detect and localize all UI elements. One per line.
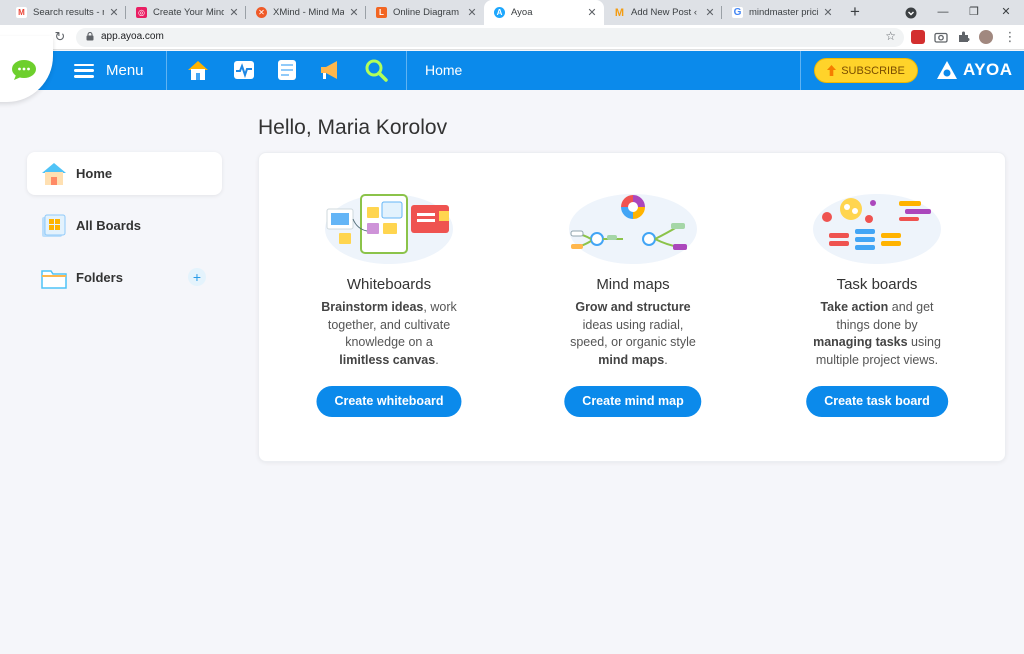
menu-label: Menu bbox=[106, 62, 144, 79]
browser-tab[interactable]: M Add New Post ‹ Media ✕ bbox=[604, 0, 722, 25]
bookmark-star-icon[interactable]: ☆ bbox=[885, 29, 896, 43]
browser-menu-icon[interactable]: ⋮ bbox=[1002, 29, 1018, 45]
camera-extension-icon[interactable] bbox=[934, 30, 948, 44]
browser-tab[interactable]: ◎ Create Your Mind Maps ✕ bbox=[126, 0, 246, 25]
desc-text: . bbox=[664, 352, 668, 367]
breadcrumb: Home bbox=[425, 62, 463, 78]
lock-icon bbox=[86, 32, 94, 41]
create-whiteboard-button[interactable]: Create whiteboard bbox=[316, 386, 462, 417]
page-greeting: Hello, Maria Korolov bbox=[258, 116, 448, 139]
url-text: app.ayoa.com bbox=[101, 31, 164, 42]
whiteboard-illustration-icon bbox=[325, 194, 453, 264]
tab-title: Create Your Mind Maps bbox=[153, 7, 224, 18]
browser-tab-strip: M Search results - mail ✕ ◎ Create Your … bbox=[0, 0, 1024, 25]
mindmap-illustration-icon bbox=[569, 194, 697, 264]
mind-maps-column: Mind maps Grow and structure ideas using… bbox=[513, 153, 753, 463]
desc-bold: Take action bbox=[820, 300, 889, 314]
address-bar: ← → ↻ app.ayoa.com ☆ ⋮ bbox=[0, 25, 1024, 50]
brand-logo[interactable]: AYOA bbox=[935, 58, 1013, 82]
url-field[interactable]: app.ayoa.com ☆ bbox=[76, 28, 904, 47]
subscribe-label: SUBSCRIBE bbox=[841, 64, 905, 77]
header-divider bbox=[800, 51, 801, 90]
profile-avatar[interactable] bbox=[979, 30, 993, 44]
sidebar-item-home[interactable]: Home bbox=[27, 152, 222, 195]
card-title: Task boards bbox=[836, 276, 918, 293]
menu-button[interactable]: Menu bbox=[74, 51, 144, 90]
close-icon[interactable]: ✕ bbox=[822, 6, 834, 19]
browser-tab[interactable]: G mindmaster pricing ✕ bbox=[722, 0, 840, 25]
tab-title: Online Diagram Software bbox=[393, 7, 462, 18]
brand-name: AYOA bbox=[963, 60, 1013, 79]
lucid-icon: L bbox=[376, 7, 387, 18]
add-folder-button[interactable]: + bbox=[188, 268, 206, 286]
desc-bold: managing tasks bbox=[813, 335, 908, 349]
megaphone-icon[interactable] bbox=[318, 58, 342, 82]
task-boards-column: Task boards Take action and get things d… bbox=[757, 153, 997, 463]
window-close-icon[interactable]: ✕ bbox=[990, 0, 1022, 25]
card-description: Brainstorm ideas, work together, and cul… bbox=[319, 299, 459, 369]
gmail-icon: M bbox=[16, 7, 27, 18]
create-board-card: Whiteboards Brainstorm ideas, work toget… bbox=[258, 152, 1006, 462]
activity-icon[interactable] bbox=[232, 58, 256, 82]
sidebar-item-label: All Boards bbox=[76, 218, 142, 233]
ayoa-icon: A bbox=[494, 7, 505, 18]
close-icon[interactable]: ✕ bbox=[466, 6, 478, 19]
close-icon[interactable]: ✕ bbox=[704, 6, 716, 19]
home-icon[interactable] bbox=[186, 58, 210, 82]
upgrade-arrow-icon bbox=[827, 65, 837, 76]
close-icon[interactable]: ✕ bbox=[348, 6, 360, 19]
chat-icon[interactable] bbox=[11, 59, 37, 81]
desc-bold: Brainstorm ideas bbox=[321, 300, 424, 314]
desc-bold: Grow and structure bbox=[575, 300, 691, 314]
notes-icon[interactable] bbox=[275, 58, 299, 82]
card-description: Grow and structure ideas using radial, s… bbox=[563, 299, 703, 369]
taskboard-illustration-icon bbox=[813, 194, 941, 264]
mindmap-site-icon: ◎ bbox=[136, 7, 147, 18]
minimize-icon[interactable]: — bbox=[927, 0, 959, 25]
browser-tab[interactable]: L Online Diagram Software ✕ bbox=[366, 0, 484, 25]
card-title: Mind maps bbox=[596, 276, 670, 293]
tab-title: Search results - mail bbox=[33, 7, 104, 18]
desc-bold: limitless canvas bbox=[339, 352, 436, 367]
close-icon[interactable]: ✕ bbox=[108, 6, 120, 19]
restore-icon[interactable]: ❐ bbox=[958, 0, 990, 25]
whiteboards-column: Whiteboards Brainstorm ideas, work toget… bbox=[269, 153, 509, 463]
sidebar-item-all-boards[interactable]: All Boards bbox=[27, 204, 222, 247]
puzzle-icon[interactable] bbox=[957, 30, 971, 44]
new-tab-button[interactable]: + bbox=[845, 2, 865, 22]
tab-title: Add New Post ‹ Media bbox=[631, 7, 700, 18]
search-icon[interactable] bbox=[364, 58, 388, 82]
card-description: Take action and get things done by manag… bbox=[807, 299, 947, 369]
hamburger-icon bbox=[74, 63, 94, 78]
header-divider bbox=[406, 51, 407, 90]
home-icon bbox=[42, 162, 66, 185]
tab-title: mindmaster pricing bbox=[749, 7, 818, 18]
subscribe-button[interactable]: SUBSCRIBE bbox=[814, 58, 918, 83]
card-title: Whiteboards bbox=[346, 276, 432, 293]
desc-text: ideas using radial, speed, or organic st… bbox=[570, 317, 696, 350]
extension-icon[interactable] bbox=[911, 30, 925, 44]
header-divider bbox=[166, 51, 167, 90]
browser-tab[interactable]: ✕ XMind - Mind Mapping ✕ bbox=[246, 0, 366, 25]
boards-icon bbox=[42, 214, 66, 237]
browser-tab-active[interactable]: A Ayoa ✕ bbox=[484, 0, 604, 25]
close-icon[interactable]: ✕ bbox=[228, 6, 240, 19]
ayoa-logo-icon bbox=[937, 61, 957, 79]
folder-icon bbox=[41, 269, 67, 289]
sidebar-item-label: Home bbox=[76, 166, 113, 181]
tab-title: XMind - Mind Mapping bbox=[273, 7, 344, 18]
browser-tab[interactable]: M Search results - mail ✕ bbox=[6, 0, 126, 25]
reload-icon[interactable]: ↻ bbox=[52, 29, 68, 45]
tab-title: Ayoa bbox=[511, 7, 533, 18]
sidebar-item-label: Folders bbox=[76, 270, 123, 285]
m-icon: M bbox=[614, 6, 625, 19]
tab-search-icon[interactable] bbox=[895, 0, 927, 25]
google-icon: G bbox=[732, 7, 743, 18]
desc-text: . bbox=[435, 352, 439, 367]
desc-bold: mind maps bbox=[598, 352, 665, 367]
create-mind-map-button[interactable]: Create mind map bbox=[564, 386, 702, 417]
close-icon[interactable]: ✕ bbox=[586, 6, 598, 19]
create-task-board-button[interactable]: Create task board bbox=[806, 386, 948, 417]
xmind-icon: ✕ bbox=[256, 7, 267, 18]
